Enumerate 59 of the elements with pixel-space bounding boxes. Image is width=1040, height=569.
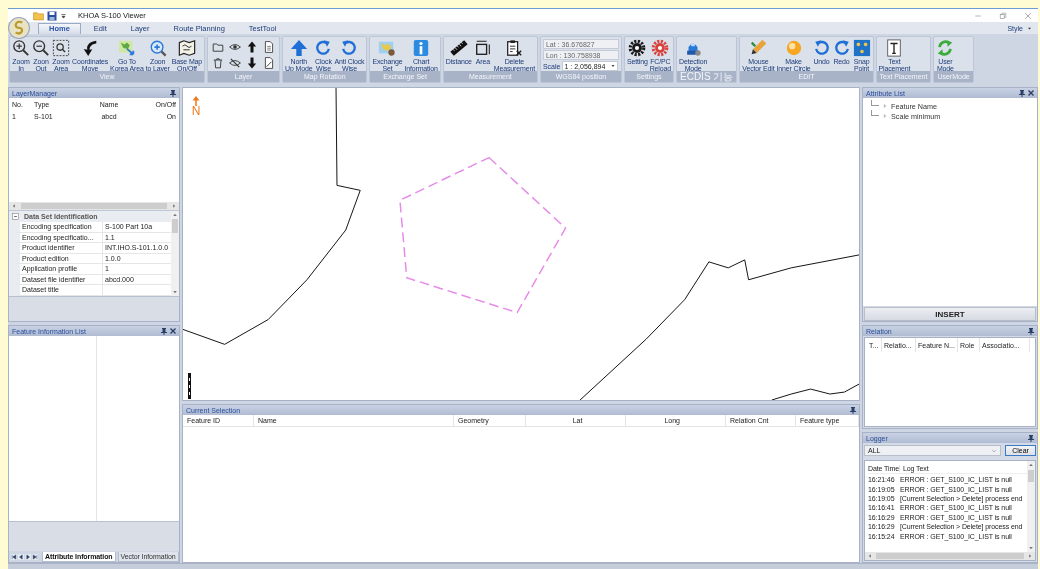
zoom-out-icon bbox=[32, 39, 50, 57]
caret-icon bbox=[1027, 25, 1032, 31]
counterclockwise-arrow-icon bbox=[340, 39, 359, 57]
insert-button[interactable]: INSERT bbox=[864, 307, 1036, 321]
chevron-down-icon bbox=[991, 447, 997, 454]
pin-icon[interactable] bbox=[161, 327, 167, 335]
app-logo-icon[interactable] bbox=[8, 17, 30, 39]
close-icon[interactable] bbox=[170, 328, 176, 334]
info-icon bbox=[412, 39, 431, 57]
trash-icon[interactable] bbox=[212, 57, 225, 69]
clockwise-arrow-icon bbox=[314, 39, 333, 57]
zoom-area-icon bbox=[52, 39, 70, 57]
dropdown-icon[interactable] bbox=[60, 11, 67, 20]
horizontal-scrollbar[interactable] bbox=[9, 202, 179, 210]
map-icon bbox=[378, 39, 397, 57]
clipboard-delete-icon bbox=[505, 39, 524, 57]
scroll-thumb[interactable] bbox=[172, 219, 178, 233]
scroll-up-icon bbox=[1028, 462, 1034, 468]
eye-icon[interactable] bbox=[229, 41, 242, 53]
last-page-icon[interactable] bbox=[32, 553, 38, 560]
map-icon bbox=[117, 39, 136, 57]
dot-grid-icon bbox=[852, 39, 871, 57]
redo-icon bbox=[832, 39, 851, 57]
north-label: N bbox=[191, 104, 201, 118]
previous-icon[interactable] bbox=[18, 553, 24, 560]
next-icon[interactable] bbox=[25, 553, 31, 560]
area-icon bbox=[473, 39, 492, 57]
settings-icon bbox=[628, 39, 647, 57]
map-outline-icon bbox=[177, 39, 196, 57]
undo-icon bbox=[812, 39, 831, 57]
zoom-in-icon bbox=[12, 39, 30, 57]
circle-icon bbox=[784, 39, 803, 57]
scroll-left-icon bbox=[867, 553, 873, 559]
scale-bar bbox=[188, 373, 191, 399]
scroll-thumb[interactable] bbox=[1028, 470, 1034, 482]
horizontal-scrollbar[interactable] bbox=[865, 552, 1035, 560]
eye-slash-icon[interactable] bbox=[229, 57, 242, 69]
first-page-icon[interactable] bbox=[11, 553, 17, 560]
document-icon[interactable] bbox=[263, 41, 276, 53]
pin-icon[interactable] bbox=[170, 89, 176, 97]
group-label: ECDIS 기능 bbox=[677, 71, 737, 82]
pin-icon[interactable] bbox=[1028, 327, 1034, 335]
text-tool-icon bbox=[885, 39, 904, 57]
magnifier-plus-icon bbox=[148, 39, 167, 57]
pin-icon[interactable] bbox=[1028, 434, 1034, 442]
document-icon[interactable] bbox=[263, 57, 276, 69]
pin-icon[interactable] bbox=[850, 406, 856, 414]
pencil-icon bbox=[749, 39, 768, 57]
vertical-scrollbar[interactable] bbox=[1027, 461, 1035, 552]
pin-icon[interactable] bbox=[1019, 89, 1025, 97]
scroll-down-icon bbox=[172, 288, 178, 295]
close-icon[interactable] bbox=[1028, 90, 1034, 96]
caret-icon bbox=[610, 63, 617, 69]
refresh-icon bbox=[936, 39, 955, 57]
vertical-scrollbar[interactable] bbox=[171, 211, 179, 296]
save-icon[interactable] bbox=[47, 10, 57, 21]
gear-icon bbox=[651, 39, 670, 57]
folder-icon[interactable] bbox=[212, 41, 225, 53]
arrow-up-icon bbox=[289, 39, 308, 57]
